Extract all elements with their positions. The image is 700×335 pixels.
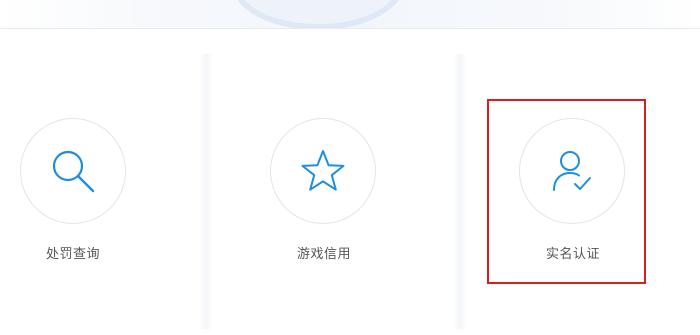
card-divider (199, 54, 213, 329)
service-card-penalty-query[interactable]: 处罚查询 (0, 29, 153, 329)
icon-circle (270, 118, 376, 224)
card-divider (453, 54, 467, 329)
service-label: 处罚查询 (45, 247, 100, 262)
service-label: 游戏信用 (296, 247, 351, 262)
service-label: 实名认证 (545, 247, 600, 262)
search-icon (52, 150, 95, 193)
star-icon (301, 150, 345, 191)
user-check-icon (553, 151, 591, 191)
icon-circle (20, 118, 126, 224)
top-banner (0, 0, 700, 29)
service-cards: 处罚查询 游戏信用 实名认证 (0, 29, 700, 335)
service-card-real-name-verification[interactable]: 实名认证 (493, 29, 653, 329)
icon-circle (519, 118, 625, 224)
banner-decoration (232, 0, 404, 28)
service-card-game-credit[interactable]: 游戏信用 (244, 29, 404, 329)
